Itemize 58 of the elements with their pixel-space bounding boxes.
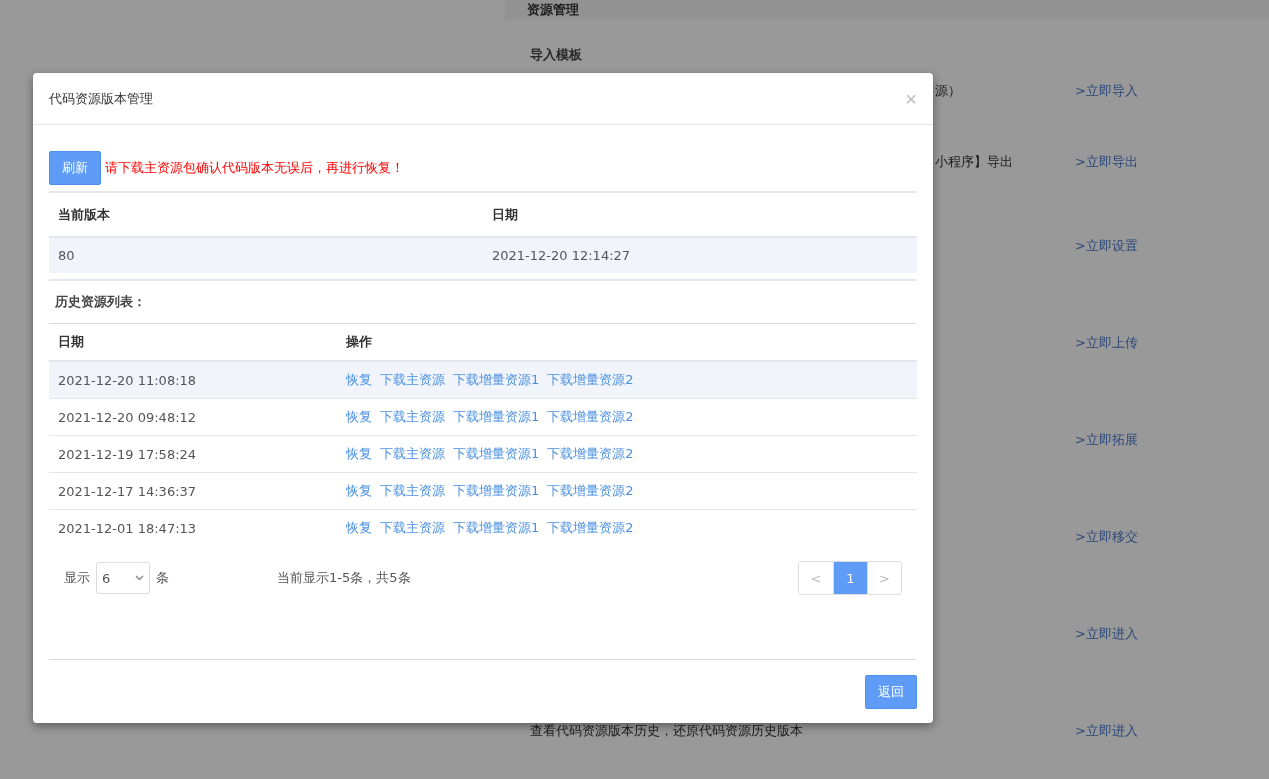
action-link[interactable]: 下载增量资源2 — [547, 371, 634, 389]
action-link[interactable]: 下载增量资源2 — [547, 408, 634, 426]
row-description: 源） — [935, 81, 961, 100]
date-cell-text: 2021-12-19 17:58:24 — [57, 446, 198, 462]
row-description: 小程序】导出 — [935, 152, 1013, 171]
panel-title: 资源管理 — [527, 1, 579, 19]
action-link[interactable]: >立即移交 — [1075, 527, 1269, 546]
row-description: 查看代码资源版本历史，还原代码资源历史版本 — [530, 721, 803, 740]
unit-label: 条 — [156, 569, 169, 587]
date-cell-text: 2021-12-17 14:36:37 — [57, 483, 198, 499]
action-link[interactable]: 下载增量资源1 — [453, 519, 540, 537]
dialog-title: 代码资源版本管理 — [49, 89, 153, 108]
column-header: 操作 — [345, 333, 373, 351]
date-cell-text: 2021-12-20 09:48:12 — [57, 409, 198, 425]
action-link[interactable]: >立即拓展 — [1075, 430, 1269, 449]
action-link[interactable]: >立即导入 — [1075, 81, 1269, 100]
action-link[interactable]: 下载主资源 — [380, 519, 445, 537]
action-link[interactable]: 下载增量资源2 — [547, 482, 634, 500]
history-row[interactable]: 2021-12-20 11:08:18 恢复 下载主资源 下载增量资源1 下载增量资源2 — [49, 362, 917, 399]
history-title: 历史资源列表： — [55, 293, 147, 311]
action-link[interactable]: 恢复 — [346, 371, 372, 389]
action-link[interactable]: 下载增量资源1 — [453, 408, 540, 426]
action-link[interactable]: 下载主资源 — [380, 408, 445, 426]
action-link[interactable]: 下载增量资源1 — [453, 371, 540, 389]
page-summary: 当前显示1-5条，共5条 — [277, 569, 412, 587]
action-link[interactable]: >立即上传 — [1075, 333, 1269, 352]
page-button[interactable]: 1 — [833, 562, 867, 594]
action-link[interactable]: 恢复 — [346, 408, 372, 426]
action-link[interactable]: 恢复 — [346, 519, 372, 537]
action-link[interactable]: >立即进入 — [1075, 624, 1269, 643]
table-cell-text: 80 — [57, 248, 76, 263]
column-header: 当前版本 — [57, 205, 111, 224]
column-header: 日期 — [491, 205, 519, 224]
date-cell-text: 2021-12-01 18:47:13 — [57, 520, 198, 536]
close-button[interactable]: × — [905, 88, 917, 109]
action-link[interactable]: 恢复 — [346, 445, 372, 463]
action-link[interactable]: >立即导出 — [1075, 152, 1269, 171]
show-label: 显示 — [64, 569, 90, 587]
action-link[interactable]: 下载增量资源2 — [547, 445, 634, 463]
action-link[interactable]: 下载增量资源1 — [453, 445, 540, 463]
action-link[interactable]: >立即进入 — [1075, 721, 1269, 740]
action-link[interactable]: 下载主资源 — [380, 445, 445, 463]
back-button[interactable]: 返回 — [865, 674, 917, 709]
table-cell-text: 2021-12-20 12:14:27 — [491, 248, 632, 263]
section-title: 导入模板 — [530, 46, 583, 64]
warning-message: 请下载主资源包确认代码版本无误后，再进行恢复！ — [105, 159, 404, 177]
refresh-button[interactable]: 刷新 — [49, 151, 101, 185]
action-link[interactable]: 下载增量资源1 — [453, 482, 540, 500]
chevron-down-icon — [135, 575, 144, 581]
next-page-button[interactable]: > — [867, 562, 901, 594]
action-link[interactable]: >立即设置 — [1075, 236, 1269, 255]
action-link[interactable]: 下载主资源 — [380, 371, 445, 389]
action-link[interactable]: 下载主资源 — [380, 482, 445, 500]
action-link[interactable]: 下载增量资源2 — [547, 519, 634, 537]
date-cell-text: 2021-12-20 11:08:18 — [57, 372, 198, 388]
page-size-select[interactable]: 6 — [96, 562, 150, 594]
action-link[interactable]: 恢复 — [346, 482, 372, 500]
column-header: 日期 — [57, 333, 85, 351]
